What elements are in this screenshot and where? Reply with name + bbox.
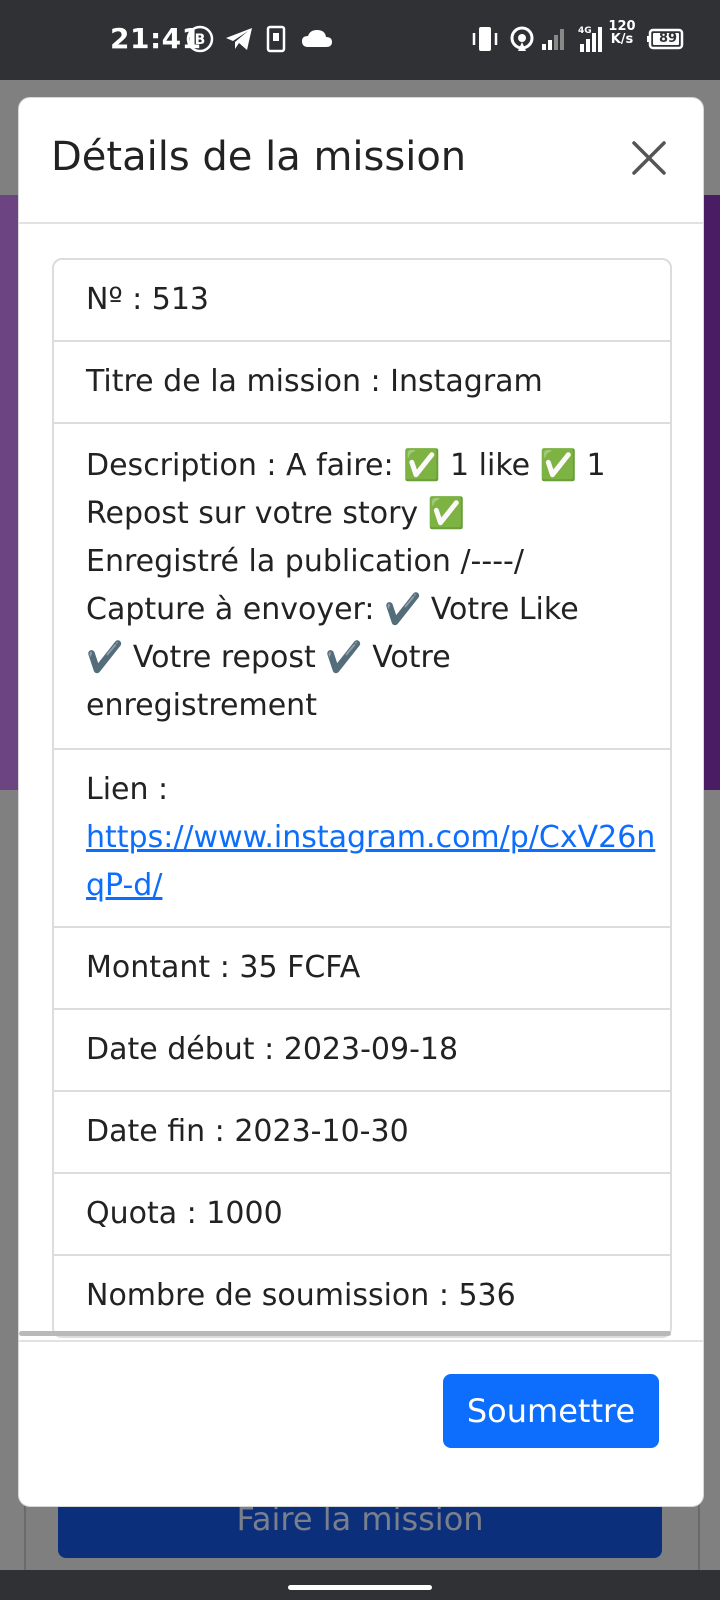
status-bar: 21:41 B 4G 120 K/s 89	[0, 0, 720, 80]
mission-details-list: Nº : 513 Titre de la mission : Instagram…	[52, 258, 672, 1338]
list-item-title: Titre de la mission : Instagram	[54, 342, 670, 424]
list-item-link: Lien : https://www.instagram.com/p/CxV26…	[54, 750, 670, 928]
submit-button[interactable]: Soumettre	[443, 1374, 659, 1448]
signal-icon: 4G	[570, 22, 606, 56]
signal-icon	[540, 22, 566, 56]
phone-icon	[266, 22, 286, 56]
modal-footer: Soumettre	[19, 1340, 703, 1506]
list-item-start-date: Date début : 2023-09-18	[54, 1010, 670, 1092]
mission-link-line1: https://www.instagram.com/p/CxV26n	[86, 820, 656, 855]
battery-level: 89	[658, 31, 678, 46]
vibrate-icon	[470, 22, 500, 56]
modal-header: Détails de la mission	[19, 98, 703, 224]
network-speed: 120 K/s	[608, 19, 636, 47]
svg-text:B: B	[195, 32, 206, 48]
horizontal-scrollbar[interactable]	[19, 1331, 671, 1336]
detail-start-date: Date début : 2023-09-18	[86, 1032, 459, 1067]
detail-number: Nº : 513	[86, 282, 210, 317]
list-item-end-date: Date fin : 2023-10-30	[54, 1092, 670, 1174]
detail-title: Titre de la mission : Instagram	[86, 364, 543, 399]
list-item-submissions: Nombre de soumission : 536	[54, 1256, 670, 1336]
detail-amount: Montant : 35 FCFA	[86, 950, 361, 985]
detail-quota: Quota : 1000	[86, 1196, 283, 1231]
svg-text:4G: 4G	[578, 26, 592, 36]
mission-details-modal: Détails de la mission Nº : 513 Titre de …	[18, 97, 704, 1507]
detail-link-label: Lien :	[86, 772, 169, 807]
close-icon	[632, 141, 666, 175]
b-circle-icon: B	[186, 22, 214, 56]
mission-link[interactable]: https://www.instagram.com/p/CxV26n	[86, 820, 655, 855]
modal-title: Détails de la mission	[51, 134, 467, 180]
list-item-quota: Quota : 1000	[54, 1174, 670, 1256]
detail-submissions: Nombre de soumission : 536	[86, 1278, 516, 1313]
list-item-description: Description : A faire: ✅ 1 like ✅ 1 Repo…	[54, 424, 670, 750]
detail-end-date: Date fin : 2023-10-30	[86, 1114, 409, 1149]
list-item-amount: Montant : 35 FCFA	[54, 928, 670, 1010]
mission-link-continued[interactable]: qP-d/	[86, 868, 162, 903]
list-item-number: Nº : 513	[54, 260, 670, 342]
cloud-icon	[300, 22, 334, 56]
hotspot-icon	[508, 22, 536, 56]
mission-link-line2: qP-d/	[86, 868, 163, 903]
home-gesture-handle[interactable]	[288, 1585, 432, 1590]
detail-description: Description : A faire: ✅ 1 like ✅ 1 Repo…	[86, 448, 606, 723]
telegram-icon	[224, 22, 254, 56]
close-button[interactable]	[631, 140, 667, 176]
